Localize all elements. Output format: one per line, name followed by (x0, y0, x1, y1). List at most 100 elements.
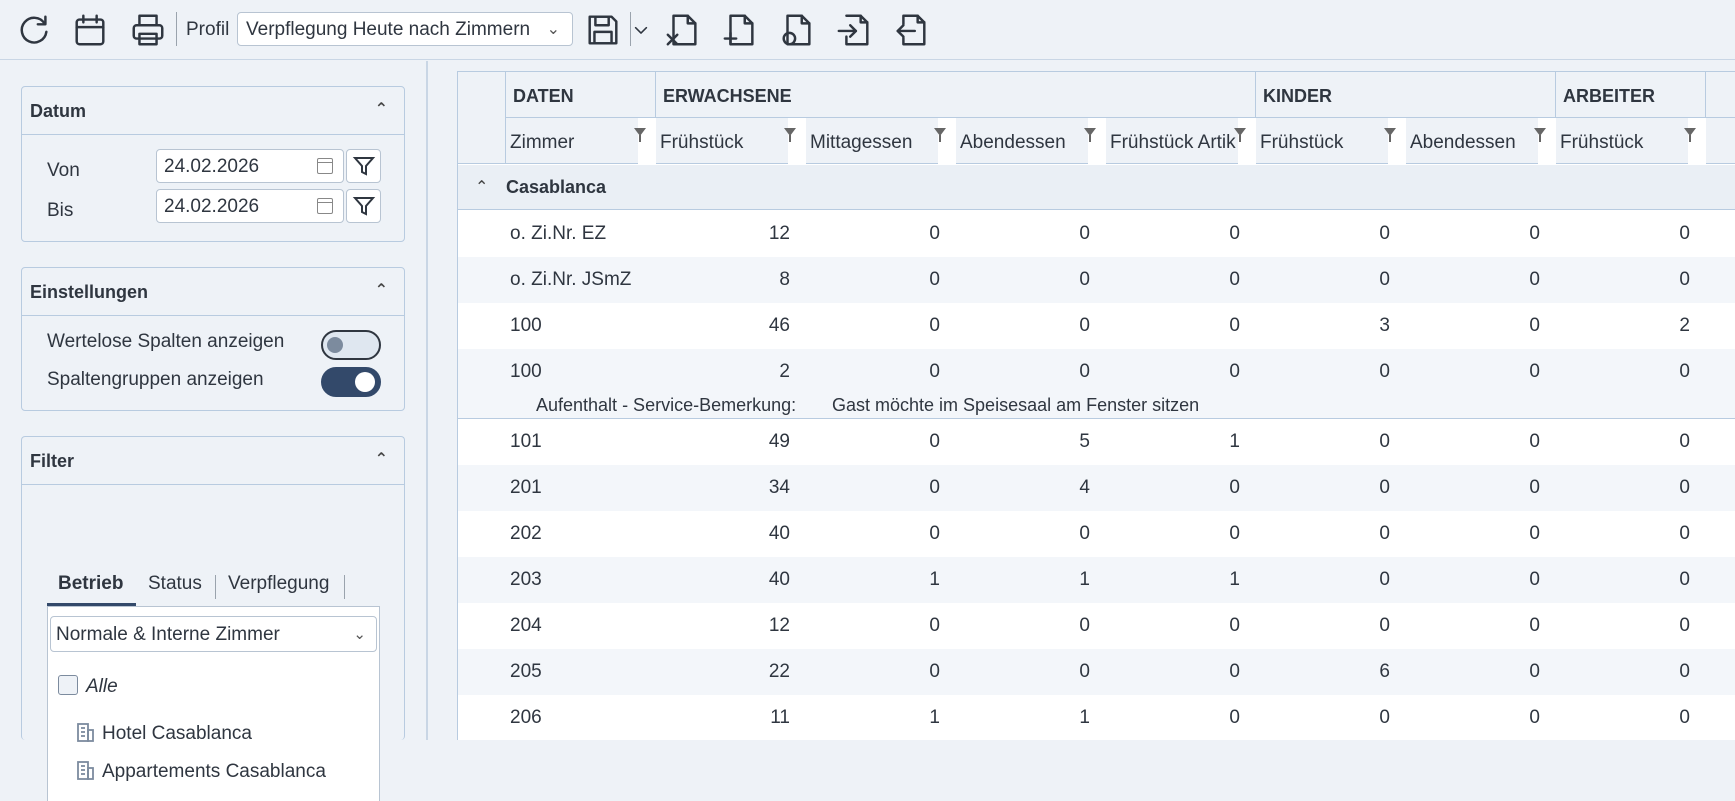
group-row-casablanca[interactable]: ⌃ Casablanca (458, 165, 1735, 210)
excel-export-icon[interactable] (663, 8, 703, 52)
von-date-input[interactable]: 24.02.2026 (156, 149, 344, 183)
table-cell: 0 (1229, 477, 1240, 498)
table-cell: 0 (1229, 707, 1240, 728)
table-cell: 0 (1679, 269, 1690, 290)
spaltengruppen-label: Spaltengruppen anzeigen (47, 369, 264, 390)
import-icon[interactable] (834, 8, 874, 52)
column-filter-icon[interactable] (1384, 128, 1396, 142)
von-filter-button[interactable] (346, 149, 381, 183)
table-cell: 1 (929, 707, 940, 728)
filter-icon (352, 197, 375, 216)
calendar-icon[interactable] (317, 158, 333, 174)
add-file-icon[interactable] (720, 8, 760, 52)
table-cell: 1 (1229, 431, 1240, 452)
bis-date-value: 24.02.2026 (164, 196, 260, 217)
chevron-down-icon[interactable] (628, 8, 654, 52)
table-row[interactable]: 101 49 0 5 1 0 0 0 (458, 419, 1735, 465)
column-header[interactable]: Zimmer (506, 118, 638, 164)
column-filter-icon[interactable] (634, 128, 646, 142)
file-settings-icon[interactable] (777, 8, 817, 52)
column-header[interactable]: Frühstück (656, 118, 788, 164)
filter-item-appartements[interactable]: Appartements Casablanca (74, 759, 326, 783)
table-cell: 49 (768, 431, 790, 452)
filter-panel-header[interactable]: Filter ⌃ (22, 437, 404, 485)
table-cell: o. Zi.Nr. JSmZ (510, 269, 632, 290)
table-cell: 0 (1679, 223, 1690, 244)
einstellungen-panel: Einstellungen ⌃ Wertelose Spalten anzeig… (21, 267, 405, 411)
export-icon[interactable] (891, 8, 931, 52)
chevron-up-icon[interactable]: ⌃ (375, 99, 388, 119)
table-cell: 0 (1229, 615, 1240, 636)
table-cell: 0 (1229, 523, 1240, 544)
table-cell: 0 (1529, 477, 1540, 498)
table-row[interactable]: 201 34 0 4 0 0 0 0 (458, 465, 1735, 511)
table-cell: 1 (1079, 707, 1090, 728)
column-filter-icon[interactable] (1534, 128, 1546, 142)
table-row[interactable]: o. Zi.Nr. JSmZ 8 0 0 0 0 0 0 (458, 257, 1735, 303)
group-row-label: Casablanca (506, 177, 607, 197)
table-cell: 3 (1379, 315, 1390, 336)
spaltengruppen-toggle[interactable] (321, 367, 381, 397)
chevron-up-icon[interactable]: ⌃ (475, 177, 488, 197)
tab-status[interactable]: Status (148, 573, 202, 595)
column-header[interactable]: Frühstück (1556, 118, 1688, 164)
calendar-icon[interactable] (70, 8, 110, 52)
column-header[interactable]: Frühstück Artik (1106, 118, 1238, 164)
datum-panel-title: Datum (30, 101, 87, 121)
zimmer-type-select[interactable]: Normale & Interne Zimmer ⌄ (50, 616, 377, 652)
table-cell: 0 (929, 615, 940, 636)
table-row[interactable]: 203 40 1 1 1 0 0 0 (458, 557, 1735, 603)
table-cell: 1 (1229, 569, 1240, 590)
table-cell: 4 (1079, 477, 1090, 498)
table-cell: 0 (1379, 615, 1390, 636)
table-cell: 0 (1229, 315, 1240, 336)
column-filter-icon[interactable] (1684, 128, 1696, 142)
table-row[interactable]: 206 11 1 1 0 0 0 0 (458, 695, 1735, 741)
column-filter-icon[interactable] (1234, 128, 1246, 142)
table-cell: 0 (1229, 269, 1240, 290)
table-row[interactable]: 100 2 0 0 0 0 0 0 (458, 349, 1735, 395)
column-filter-icon[interactable] (1084, 128, 1096, 142)
table-row[interactable]: 100 46 0 0 0 3 0 2 (458, 303, 1735, 349)
save-icon[interactable] (583, 8, 623, 52)
table-row[interactable]: 202 40 0 0 0 0 0 0 (458, 511, 1735, 557)
bis-date-input[interactable]: 24.02.2026 (156, 189, 344, 223)
alle-checkbox-row[interactable]: Alle (58, 675, 118, 698)
toggle-knob (355, 372, 375, 392)
remark-row: Aufenthalt - Service-Bemerkung: Gast möch… (458, 395, 1735, 419)
table-cell: 0 (1679, 523, 1690, 544)
filter-panel-title: Filter (30, 451, 75, 471)
datum-panel-header[interactable]: Datum ⌃ (22, 87, 404, 135)
table-cell: 0 (929, 477, 940, 498)
table-cell: 40 (768, 523, 790, 544)
column-header[interactable]: Frühstück (1256, 118, 1388, 164)
table-row[interactable]: 205 22 0 0 0 6 0 0 (458, 649, 1735, 695)
alle-checkbox[interactable] (58, 675, 78, 695)
column-header[interactable]: Mittagessen (806, 118, 938, 164)
table-cell: 0 (929, 269, 940, 290)
filter-item-hotel[interactable]: Hotel Casablanca (74, 721, 252, 745)
column-filter-icon[interactable] (784, 128, 796, 142)
group-header-arbeiter: ARBEITER (1556, 72, 1706, 118)
bis-filter-button[interactable] (346, 189, 381, 223)
wertelose-spalten-toggle[interactable] (321, 330, 381, 360)
chevron-up-icon[interactable]: ⌃ (375, 449, 388, 469)
table-row[interactable]: 204 12 0 0 0 0 0 0 (458, 603, 1735, 649)
bis-label: Bis (47, 200, 74, 221)
table-cell: 0 (1529, 223, 1540, 244)
print-icon[interactable] (128, 8, 168, 52)
chevron-up-icon[interactable]: ⌃ (375, 280, 388, 300)
einstellungen-panel-header[interactable]: Einstellungen ⌃ (22, 268, 404, 316)
column-filter-icon[interactable] (934, 128, 946, 142)
tab-verpflegung[interactable]: Verpflegung (228, 573, 329, 595)
tab-betrieb[interactable]: Betrieb (58, 573, 123, 595)
table-cell: 2 (1679, 315, 1690, 336)
table-row[interactable]: o. Zi.Nr. EZ 12 0 0 0 0 0 0 (458, 211, 1735, 257)
refresh-icon[interactable] (14, 8, 54, 52)
table-cell: 101 (510, 431, 542, 452)
profil-select[interactable]: Verpflegung Heute nach Zimmern ⌄ (237, 12, 573, 46)
column-header[interactable]: Abendessen (1406, 118, 1538, 164)
calendar-icon[interactable] (317, 198, 333, 214)
column-header[interactable]: Abendessen (956, 118, 1088, 164)
filter-item-label: Appartements Casablanca (102, 761, 326, 782)
